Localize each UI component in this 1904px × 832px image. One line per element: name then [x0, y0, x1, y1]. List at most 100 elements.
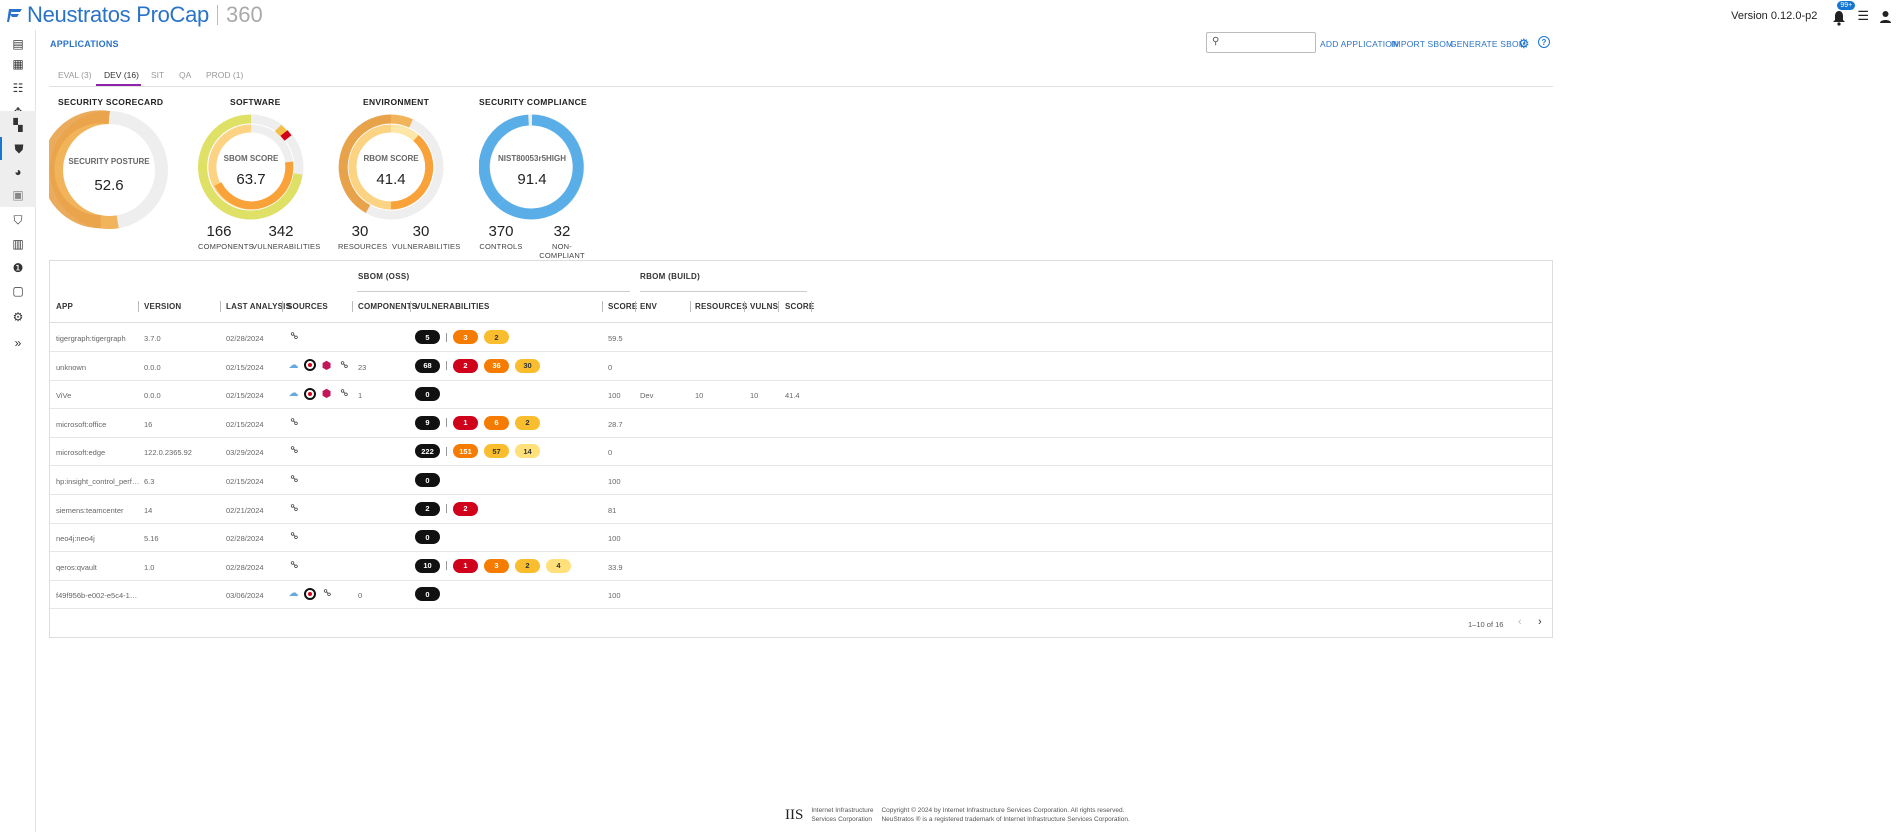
sidebar-item-reports[interactable]: ◕: [0, 160, 36, 184]
app-name-cell[interactable]: microsoft:office: [56, 420, 106, 429]
search-field[interactable]: ⚲: [1206, 32, 1316, 53]
med-severity-badge[interactable]: 2: [484, 330, 509, 344]
tab-qa[interactable]: QA: [179, 70, 191, 80]
target-source-icon[interactable]: [304, 587, 316, 600]
link-source-icon[interactable]: ⚯: [284, 499, 302, 517]
sidebar-item-documents[interactable]: ▥: [0, 232, 36, 256]
link-source-icon[interactable]: ⚯: [334, 356, 352, 374]
med-severity-badge[interactable]: 57: [484, 444, 509, 459]
table-row[interactable]: hp:insight_control_perf… 6.3 02/15/2024 100…: [50, 467, 1552, 495]
vulnerability-total-badge[interactable]: 68: [415, 358, 440, 373]
sidebar-item-alerts[interactable]: ❶: [0, 256, 36, 280]
sbom-score-gauge[interactable]: SBOM SCORE 63.7: [198, 114, 304, 220]
vulnerability-total-badge[interactable]: 0: [415, 530, 440, 545]
sidebar-item-settings[interactable]: ⚙: [0, 305, 36, 329]
link-source-icon[interactable]: ⚯: [317, 585, 335, 603]
high-severity-badge[interactable]: 3: [484, 558, 509, 573]
vulnerability-total-badge[interactable]: 10: [415, 558, 440, 573]
target-source-icon[interactable]: [304, 359, 316, 372]
low-severity-badge[interactable]: 14: [515, 444, 540, 459]
brand-logo[interactable]: Neustratos ProCap 360: [6, 2, 263, 27]
compliance-gauge[interactable]: NIST80053r5HIGH 91.4: [478, 114, 585, 220]
vulnerability-total-badge[interactable]: 222: [415, 444, 440, 459]
import-sbom-button[interactable]: IMPORT SBOM: [1391, 39, 1453, 49]
vulnerability-total-badge[interactable]: 9: [415, 415, 440, 430]
table-row[interactable]: unknown 0.0.0 02/15/2024 23 0 ☁ ⬢ ⚯ 68 2 36 30: [50, 353, 1552, 381]
sidebar-item-checklist[interactable]: ☷: [0, 76, 36, 100]
low-severity-badge[interactable]: 4: [546, 558, 571, 573]
table-row[interactable]: ViVe 0.0.0 02/15/2024 1 100 Dev 10 10 41.4 ☁ ⬢ ⚯ 0: [50, 381, 1552, 410]
sidebar-item-compliance[interactable]: ⛉: [0, 208, 36, 232]
col-score[interactable]: SCORE: [608, 302, 637, 311]
hex-source-icon[interactable]: ⬢: [320, 387, 333, 400]
app-name-cell[interactable]: unknown: [56, 363, 86, 372]
sidebar-item-applications[interactable]: ▚: [0, 111, 36, 139]
vulnerability-total-badge[interactable]: 5: [415, 330, 440, 344]
vulnerability-total-badge[interactable]: 0: [415, 473, 440, 487]
med-severity-badge[interactable]: 2: [515, 558, 540, 573]
app-name-cell[interactable]: microsoft:edge: [56, 448, 105, 457]
link-source-icon[interactable]: ⚯: [284, 442, 302, 460]
table-row[interactable]: microsoft:office 16 02/15/2024 28.7 ⚯ 9 1 6 2: [50, 410, 1552, 438]
high-severity-badge[interactable]: 6: [484, 415, 509, 430]
app-name-cell[interactable]: f49f956b-e002-e5c4-1…: [56, 591, 137, 600]
rbom-score-gauge[interactable]: RBOM SCORE 41.4: [338, 114, 444, 220]
table-row[interactable]: neo4j:neo4j 5.16 02/28/2024 100 ⚯ 0: [50, 524, 1552, 553]
link-source-icon[interactable]: ⚯: [284, 556, 302, 574]
target-source-icon[interactable]: [304, 387, 316, 400]
next-page-icon[interactable]: ›: [1538, 616, 1542, 628]
app-name-cell[interactable]: siemens:teamcenter: [56, 506, 124, 515]
col-env[interactable]: ENV: [640, 302, 657, 311]
link-source-icon[interactable]: ⚯: [284, 327, 302, 345]
sidebar-item-images[interactable]: ▣: [0, 183, 36, 207]
med-severity-badge[interactable]: 2: [515, 415, 540, 430]
table-row[interactable]: microsoft:edge 122.0.2365.92 03/29/2024 0 ⚯ 2…: [50, 438, 1552, 467]
table-row[interactable]: f49f956b-e002-e5c4-1… 03/06/2024 0 100 ☁ ⚯ 0: [50, 581, 1552, 610]
vulnerability-total-badge[interactable]: 0: [415, 387, 440, 402]
col-vulns[interactable]: VULNS: [750, 302, 778, 311]
high-severity-badge[interactable]: 36: [484, 358, 509, 373]
tab-prod[interactable]: PROD (1): [206, 70, 243, 80]
security-posture-gauge[interactable]: SECURITY POSTURE 52.6: [41, 110, 169, 230]
tab-eval[interactable]: EVAL (3): [58, 70, 92, 80]
crit-severity-badge[interactable]: 2: [453, 501, 478, 516]
col-version[interactable]: VERSION: [144, 302, 181, 311]
cloud-source-icon[interactable]: ☁: [287, 587, 300, 600]
col-sources[interactable]: SOURCES: [287, 302, 328, 311]
menu-icon[interactable]: ☰: [1857, 8, 1869, 24]
cloud-source-icon[interactable]: ☁: [287, 359, 300, 372]
help-icon[interactable]: ?: [1538, 36, 1550, 48]
table-row[interactable]: qeros:qvault 1.0 02/28/2024 33.9 ⚯ 10 1 3 2 4: [50, 553, 1552, 581]
gear-icon[interactable]: ⚙: [1518, 36, 1530, 52]
high-severity-badge[interactable]: 151: [453, 444, 478, 459]
notifications-button[interactable]: 99+: [1831, 1, 1856, 26]
app-name-cell[interactable]: neo4j:neo4j: [56, 534, 95, 543]
previous-page-icon[interactable]: ‹: [1518, 616, 1522, 628]
cloud-source-icon[interactable]: ☁: [287, 387, 300, 400]
app-name-cell[interactable]: hp:insight_control_perf…: [56, 477, 139, 486]
sidebar-item-security[interactable]: ⛊: [0, 137, 36, 161]
app-name-cell[interactable]: ViVe: [56, 391, 71, 400]
table-row[interactable]: tigergraph:tigergraph 3.7.0 02/28/2024 59.5…: [50, 324, 1552, 352]
col-vulnerabilities[interactable]: VULNERABILITIES: [415, 302, 490, 311]
sidebar-item-preview[interactable]: ▢: [0, 279, 36, 303]
tab-dev[interactable]: DEV (16): [104, 70, 139, 80]
link-source-icon[interactable]: ⚯: [284, 527, 302, 545]
link-source-icon[interactable]: ⚯: [284, 413, 302, 431]
tab-sit[interactable]: SIT: [151, 70, 164, 80]
generate-sbom-button[interactable]: GENERATE SBOM: [1450, 39, 1526, 49]
add-application-button[interactable]: ADD APPLICATION: [1320, 39, 1398, 49]
link-source-icon[interactable]: ⚯: [334, 384, 352, 402]
med-severity-badge[interactable]: 30: [515, 358, 540, 373]
crit-severity-badge[interactable]: 1: [453, 558, 478, 573]
col-components[interactable]: COMPONENTS: [358, 302, 417, 311]
account-icon[interactable]: [1879, 10, 1892, 23]
table-row[interactable]: siemens:teamcenter 14 02/21/2024 81 ⚯ 2 2: [50, 496, 1552, 524]
hex-source-icon[interactable]: ⬢: [320, 359, 333, 372]
sidebar-expand-button[interactable]: »: [0, 331, 36, 355]
sidebar-item-dashboard[interactable]: ▦: [0, 52, 36, 76]
app-name-cell[interactable]: tigergraph:tigergraph: [56, 334, 126, 343]
vulnerability-total-badge[interactable]: 0: [415, 587, 440, 602]
crit-severity-badge[interactable]: 2: [453, 358, 478, 373]
crit-severity-badge[interactable]: 1: [453, 415, 478, 430]
